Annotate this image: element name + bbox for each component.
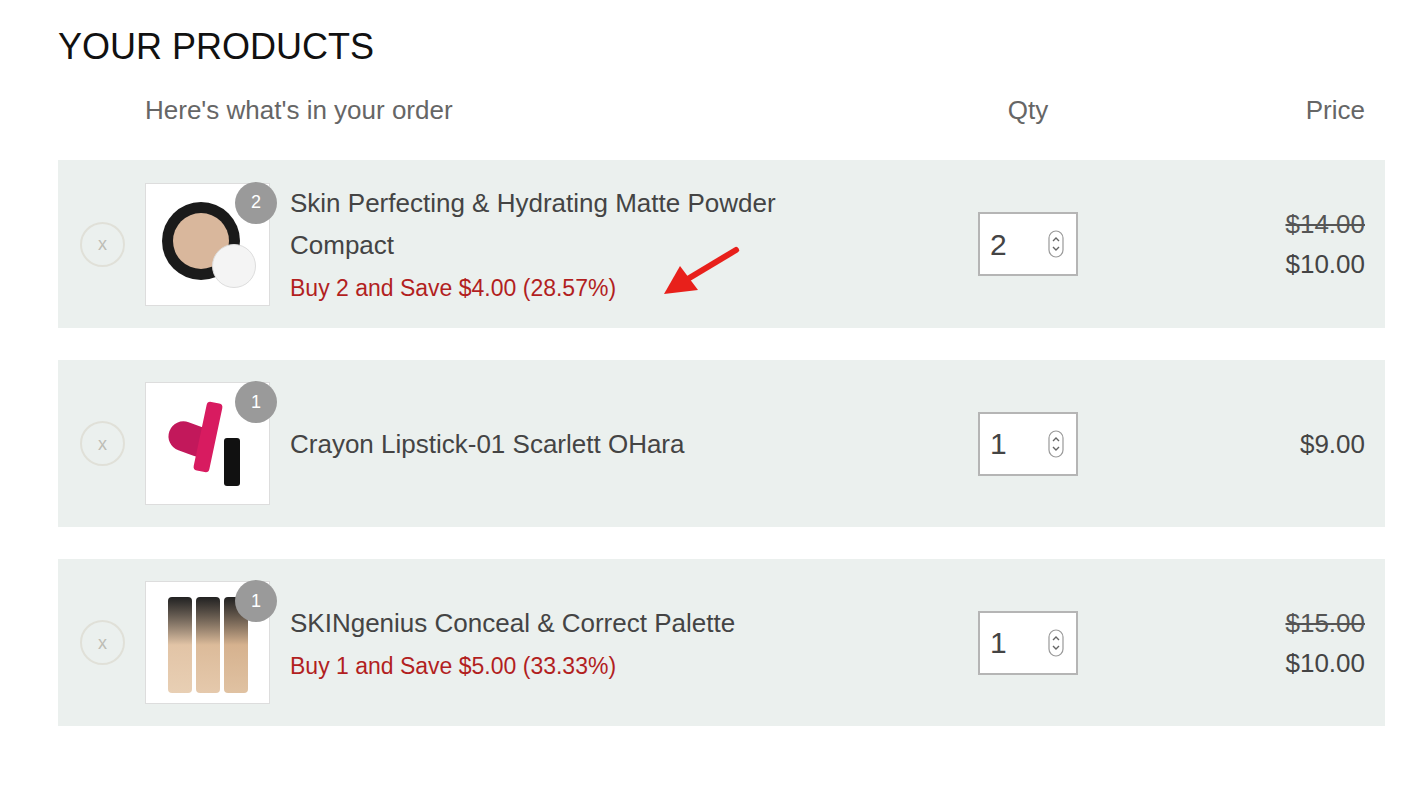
product-info: Crayon Lipstick-01 Scarlett OHara [290, 423, 978, 465]
product-list: x2Skin Perfecting & Hydrating Matte Powd… [58, 160, 1385, 726]
product-row: x2Skin Perfecting & Hydrating Matte Powd… [58, 160, 1385, 328]
qty-column-header: Qty [978, 90, 1078, 130]
remove-button[interactable]: x [80, 421, 125, 466]
discount-text: Buy 1 and Save $5.00 (33.33%) [290, 648, 978, 684]
price: $9.00 [1300, 424, 1365, 464]
remove-button[interactable]: x [80, 620, 125, 665]
cart-page: YOUR PRODUCTS Here's what's in your order… [0, 0, 1420, 788]
annotation-arrow-icon [658, 244, 742, 300]
quantity-badge: 1 [235, 580, 277, 622]
price-cell: $9.00 [1078, 424, 1365, 464]
product-name[interactable]: Crayon Lipstick-01 Scarlett OHara [290, 423, 850, 465]
quantity-badge: 2 [235, 182, 277, 224]
price-cell: $14.00$10.00 [1078, 204, 1365, 284]
product-image: 1 [145, 581, 270, 704]
price-cell: $15.00$10.00 [1078, 603, 1365, 683]
product-image: 2 [145, 183, 270, 306]
price: $10.00 [1285, 244, 1365, 284]
table-header: Here's what's in your orderQtyPrice [58, 90, 1385, 130]
original-price: $15.00 [1285, 603, 1365, 643]
spinner-icon[interactable] [1048, 629, 1064, 657]
product-row: x1SKINgenius Conceal & Correct PaletteBu… [58, 559, 1385, 726]
original-price: $14.00 [1285, 204, 1365, 244]
product-name[interactable]: Skin Perfecting & Hydrating Matte Powder… [290, 182, 850, 266]
spinner-icon[interactable] [1048, 230, 1064, 258]
product-info: SKINgenius Conceal & Correct Palette Buy … [290, 602, 978, 684]
quantity-input[interactable]: 1 [978, 611, 1078, 675]
product-name[interactable]: SKINgenius Conceal & Correct Palette [290, 602, 850, 644]
remove-button[interactable]: x [80, 222, 125, 267]
spinner-icon[interactable] [1048, 430, 1064, 458]
items-column-header: Here's what's in your order [58, 90, 978, 130]
page-heading: YOUR PRODUCTS [58, 24, 1385, 70]
product-info: Skin Perfecting & Hydrating Matte Powder… [290, 182, 978, 306]
quantity-input[interactable]: 2 [978, 212, 1078, 276]
product-row: x1Crayon Lipstick-01 Scarlett OHara1$9.0… [58, 360, 1385, 527]
quantity-badge: 1 [235, 381, 277, 423]
discount-text: Buy 2 and Save $4.00 (28.57%) [290, 270, 978, 306]
price-column-header: Price [1078, 90, 1365, 130]
price: $10.00 [1285, 643, 1365, 683]
quantity-input[interactable]: 1 [978, 412, 1078, 476]
product-image: 1 [145, 382, 270, 505]
